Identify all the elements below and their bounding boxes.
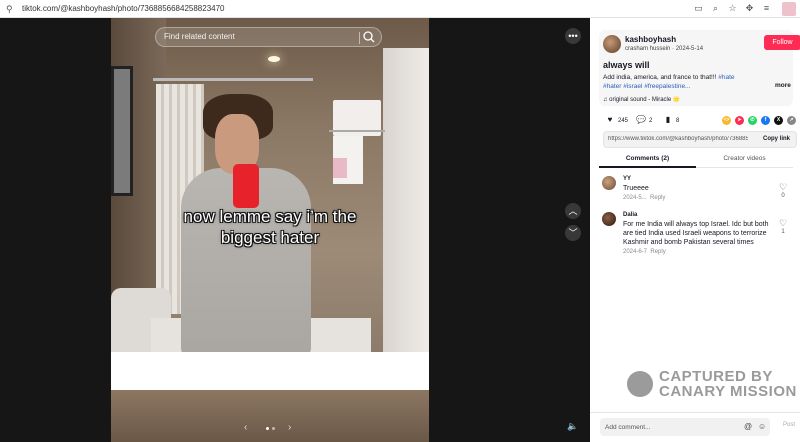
profile-avatar[interactable] [782,2,796,16]
previous-video-button[interactable]: ︿ [565,203,581,219]
commenter-avatar[interactable] [602,212,616,226]
tab-comments[interactable]: Comments (2) [599,155,696,162]
comment-like-icon[interactable]: ♡ [776,182,790,193]
volume-icon[interactable]: 🔈 [565,418,581,434]
related-search-placeholder: Find related content [164,32,235,41]
search-icon[interactable] [362,30,376,44]
caption-line-1: now lemme say i’m the [183,207,357,226]
share-link-text[interactable]: https://www.tiktok.com/@kashboyhash/phot… [608,136,748,142]
comment-like-icon[interactable]: ♡ [776,218,790,229]
carousel-next-icon[interactable]: › [288,422,291,433]
comment-meta: 2024-6-7 Reply [623,249,666,255]
hashtag-link[interactable]: #hate [718,74,734,81]
comment-text: Trueeee [623,185,649,192]
embed-icon[interactable]: <> [722,116,731,125]
comment-tabs: Comments (2) Creator videos [599,153,793,168]
commenter-avatar[interactable] [602,176,616,190]
comment-count: 2 [649,118,653,124]
reply-link[interactable]: Reply [650,195,665,201]
carousel-dot[interactable] [272,427,275,430]
red-phone [233,164,259,208]
comment-button[interactable]: 💬 2 [636,115,652,126]
carousel-dot-active[interactable] [266,427,269,430]
comment-icon: 💬 [636,115,646,124]
comment-date: 2024-6-7 [623,249,648,255]
site-info-icon[interactable]: ⚲ [6,4,16,14]
comment-like-count: 0 [781,193,785,199]
facebook-icon[interactable]: f [761,116,770,125]
comment-meta: 2024-5... Reply [623,195,665,201]
like-count: 245 [618,118,629,124]
save-count: 8 [676,118,680,124]
copy-link-button[interactable]: Copy link [763,136,790,142]
bookmark-star-icon[interactable]: ☆ [727,3,738,14]
post-comment-button[interactable]: Post [783,422,795,428]
photo-caption: now lemme say i’m the biggest hater [111,206,429,248]
sound-name[interactable]: original sound - Miracle 🌟 [609,97,680,103]
share-link-row: https://www.tiktok.com/@kashboyhash/phot… [603,131,797,148]
browser-address-bar: ⚲ tiktok.com/@kashboyhash/photo/73688566… [0,0,800,18]
follow-button[interactable]: Follow [764,35,800,50]
watermark-line-1: CAPTURED BY [659,368,773,385]
author-card: kashboyhash crasham hussein · 2024-5-14 … [599,30,800,106]
caption-line-2: biggest hater [220,228,320,247]
more-link[interactable]: more [775,82,791,89]
url-text[interactable]: tiktok.com/@kashboyhash/photo/7368856684… [22,4,225,13]
canary-logo-icon [627,371,653,397]
active-tab-indicator [599,166,696,168]
post-title: always will [603,60,650,70]
author-meta: crasham hussein · 2024-5-14 [625,46,704,52]
author-display-name: crasham hussein [625,46,671,52]
watermark-line-2: CANARY MISSION [659,383,797,400]
comment-like-count: 1 [781,229,785,235]
action-bar: ♥ 245 💬 2 ▮ 8 <> ➤ ✆ f X ↗ [605,115,796,127]
related-search-box[interactable]: Find related content [155,27,382,47]
comment-bar: @ ☺ Post [590,412,800,442]
comment-item: Dalia For me India will always top Israe… [602,212,796,258]
video-area: Find related content now lemme say i’m t… [0,18,590,442]
bookmark-icon: ▮ [665,115,671,124]
sound-link[interactable]: ♫ original sound - Miracle 🌟 [603,96,680,103]
more-options-button[interactable]: ••• [565,28,581,44]
save-button[interactable]: ▮ 8 [663,115,680,126]
emoji-icon[interactable]: ☺ [758,422,766,431]
browser-toolbar: ▭ ⌕ ☆ ✥ ≡ [693,3,772,14]
zoom-icon[interactable]: ⌕ [710,3,721,14]
reply-link[interactable]: Reply [650,249,665,255]
comment-date: 2024-5... [623,195,647,201]
commenter-name[interactable]: YY [623,176,631,182]
hashtag-link[interactable]: #freepalestine... [644,83,690,90]
post-date: 2024-5-14 [675,46,704,52]
whatsapp-icon[interactable]: ✆ [748,116,757,125]
canary-mission-watermark: CAPTURED BY CANARY MISSION [627,366,797,402]
cast-icon[interactable]: ▭ [693,3,704,14]
comment-item: YY Trueeee 2024-5... Reply ♡ 0 [602,176,796,206]
like-button[interactable]: ♥ 245 [605,115,628,126]
send-icon[interactable]: ➤ [735,116,744,125]
hashtag-link[interactable]: #israel [623,83,642,90]
carousel-prev-icon[interactable]: ‹ [244,422,247,433]
photo-carousel-controls: ‹ › [244,422,296,434]
x-icon[interactable]: X [774,116,783,125]
extensions-icon[interactable]: ✥ [744,3,755,14]
comment-text: For me India will always top Israel. Idc… [623,221,769,246]
heart-icon: ♥ [607,115,613,124]
reading-list-icon[interactable]: ≡ [761,3,772,14]
wall-frame [111,66,133,196]
share-more-icon[interactable]: ↗ [787,116,796,125]
author-avatar[interactable] [603,35,621,53]
description-text: Add india, america, and france to that!!… [603,74,719,81]
next-video-button[interactable]: ﹀ [565,225,581,241]
hashtag-link[interactable]: #hater [603,83,621,90]
post-description: Add india, america, and france to that!!… [603,73,753,91]
mention-icon[interactable]: @ [744,422,752,431]
commenter-name[interactable]: Dalia [623,212,637,218]
tab-creator-videos[interactable]: Creator videos [696,155,793,162]
author-username[interactable]: kashboyhash [625,35,676,44]
